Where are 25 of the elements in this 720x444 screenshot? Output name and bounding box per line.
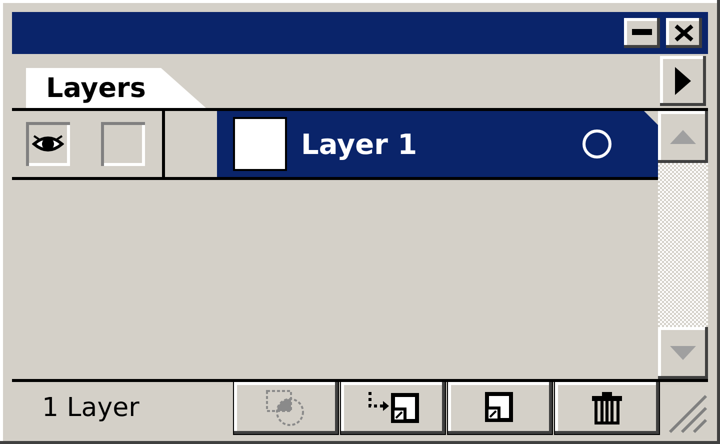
- triangle-icon: [675, 67, 691, 95]
- panel-tab[interactable]: Layers: [26, 68, 206, 108]
- delete-button[interactable]: [555, 382, 659, 434]
- layer-name: Layer 1: [301, 128, 418, 160]
- new-sublayer-icon: [367, 392, 419, 424]
- trash-icon: [591, 391, 623, 425]
- lock-toggle[interactable]: [101, 122, 145, 166]
- target-icon[interactable]: [580, 127, 614, 161]
- new-layer-icon: [485, 392, 515, 424]
- down-arrow-icon: [670, 346, 696, 360]
- visibility-toggle[interactable]: [26, 122, 70, 166]
- close-button[interactable]: [666, 18, 702, 48]
- close-icon: [674, 24, 694, 42]
- layer-row[interactable]: Layer 1: [217, 111, 658, 177]
- minimize-icon: [632, 29, 652, 37]
- minimize-button[interactable]: [624, 18, 660, 48]
- new-sublayer-button[interactable]: [341, 382, 445, 434]
- scrollbar[interactable]: [658, 111, 708, 379]
- panel-menu-button[interactable]: [660, 56, 706, 106]
- layer-thumbnail: [233, 117, 287, 171]
- scroll-down-button[interactable]: [658, 327, 708, 379]
- up-arrow-icon: [670, 130, 696, 144]
- new-layer-button[interactable]: [448, 382, 552, 434]
- layer-count: 1 Layer: [41, 392, 140, 425]
- scroll-up-button[interactable]: [658, 111, 708, 163]
